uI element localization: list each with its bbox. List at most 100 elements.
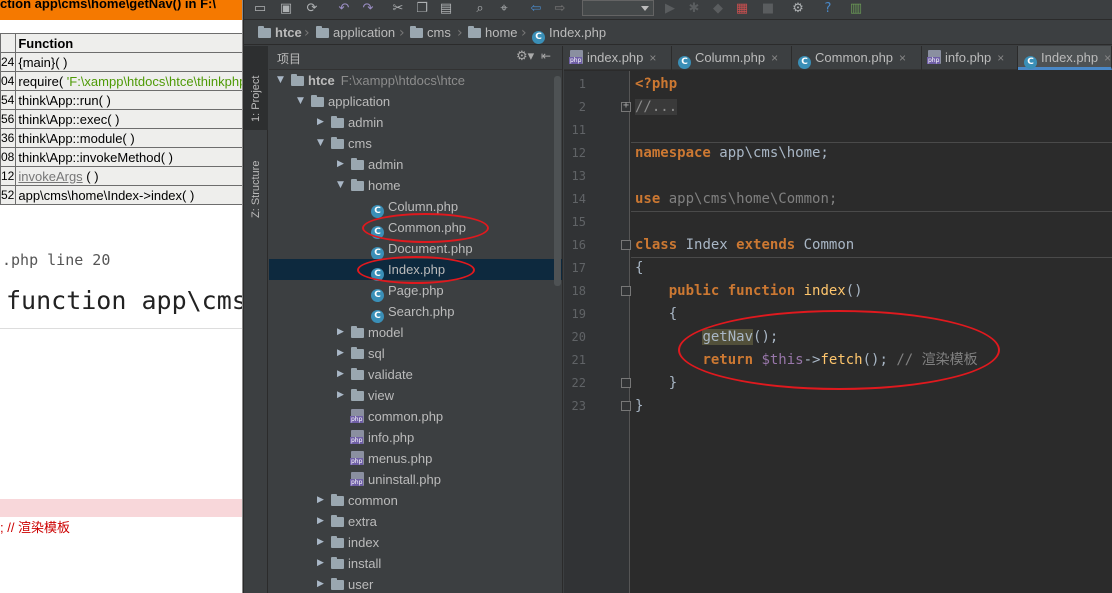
forward-icon[interactable]: ⇨ [552, 1, 568, 17]
chevron-right-icon[interactable]: ▶ [317, 532, 327, 553]
tree-item[interactable]: ▼ home [269, 175, 562, 196]
tree-item[interactable]: ▼ application [269, 91, 562, 112]
folder-icon [331, 536, 344, 548]
class-icon: C [1024, 56, 1037, 69]
breadcrumb-index-php[interactable]: C Index.php [532, 24, 606, 44]
tab-structure[interactable]: Z: Structure [244, 140, 268, 224]
copy-icon[interactable]: ❐ [414, 1, 430, 17]
php-file-icon [350, 430, 364, 444]
cut-icon[interactable]: ✂ [390, 1, 406, 17]
tree-item[interactable]: ▶ sql [269, 343, 562, 364]
tree-item[interactable]: ▶ view [269, 385, 562, 406]
keyword: extends [736, 237, 796, 253]
row-fn-suffix: ( ) [82, 168, 99, 184]
tree-item[interactable]: ▶ user [269, 574, 562, 593]
folder-open-icon[interactable]: ▭ [252, 1, 268, 17]
tree-item[interactable]: ▶ model [269, 322, 562, 343]
table-row: 54 think\App::run( ) [0, 90, 242, 110]
tree-item[interactable]: ▶ admin [269, 154, 562, 175]
gear-icon[interactable]: ⚙▾ [516, 49, 534, 64]
chevron-right-icon[interactable]: ▶ [317, 112, 327, 133]
tree-item[interactable]: ▶ validate [269, 364, 562, 385]
tree-item[interactable]: info.php [269, 427, 562, 448]
plugin-icon[interactable]: ▥ [848, 1, 864, 17]
folder-icon [311, 95, 324, 107]
tree-item[interactable]: ▼ cms [269, 133, 562, 154]
close-icon[interactable]: × [997, 51, 1004, 65]
tab-info-php[interactable]: info.php × [922, 46, 1018, 70]
tree-item[interactable]: menus.php [269, 448, 562, 469]
tree-item[interactable]: C Search.php [269, 301, 562, 323]
breadcrumb-htce[interactable]: htce [258, 24, 302, 42]
chevron-right-icon[interactable]: ▶ [317, 553, 327, 574]
folder-icon [351, 389, 364, 401]
tree-item-content: menus.php [350, 448, 432, 469]
chevron-down-icon[interactable]: ▼ [337, 175, 347, 196]
php-file-icon [350, 409, 364, 423]
redo-icon[interactable]: ↷ [360, 1, 376, 17]
chevron-right-icon: › [399, 25, 405, 41]
paste-icon[interactable]: ▤ [438, 1, 454, 17]
table-row: 04 require( 'F:\xampp\htdocs\htce\thinkph… [0, 71, 242, 91]
chevron-right-icon[interactable]: ▶ [317, 574, 327, 593]
chevron-right-icon[interactable]: ▶ [317, 490, 327, 511]
settings-icon[interactable]: ⚙ [790, 1, 806, 17]
back-icon[interactable]: ⇦ [528, 1, 544, 17]
breadcrumb-home[interactable]: home [468, 24, 518, 42]
chevron-right-icon[interactable]: ▶ [337, 385, 347, 406]
close-icon[interactable]: × [899, 51, 906, 65]
project-scrollbar[interactable] [554, 76, 561, 286]
stop-icon[interactable]: ■ [760, 1, 776, 17]
tree-item[interactable]: uninstall.php [269, 469, 562, 490]
folder-icon [351, 368, 364, 380]
tree-item[interactable]: common.php [269, 406, 562, 427]
chevron-right-icon[interactable]: ▶ [337, 364, 347, 385]
invoke-args-link[interactable]: invokeArgs [18, 169, 82, 184]
chevron-right-icon[interactable]: ▶ [337, 322, 347, 343]
table-row: 24 {main}( ) [0, 52, 242, 72]
tab-common-php[interactable]: C Common.php × [792, 46, 922, 70]
chevron-right-icon[interactable]: ▶ [317, 511, 327, 532]
chevron-right-icon[interactable]: ▶ [337, 343, 347, 364]
breadcrumb-label: application [333, 25, 396, 40]
run-icon[interactable]: ▶ [662, 1, 678, 17]
tree-item-content: index [331, 532, 379, 553]
run-config-combo[interactable] [582, 0, 654, 16]
tab-project-label: 1: Project [250, 75, 262, 122]
undo-icon[interactable]: ↶ [336, 1, 352, 17]
save-icon[interactable]: ▣ [278, 1, 294, 17]
class-icon: C [798, 56, 811, 69]
chevron-down-icon[interactable]: ▼ [297, 91, 307, 112]
tree-root-htce[interactable]: ▼ htce F:\xampp\htdocs\htce [269, 70, 562, 91]
chevron-down-icon[interactable]: ▼ [277, 70, 287, 91]
help-icon[interactable]: ? [820, 1, 836, 17]
close-icon[interactable]: × [1104, 51, 1111, 65]
tree-item[interactable]: ▶ index [269, 532, 562, 553]
error-title: ction app\cms\home\getNav() in F:\ [0, 0, 216, 11]
breadcrumb-cms[interactable]: cms [410, 24, 451, 42]
line-number: 23 [571, 399, 586, 413]
tab-index-php[interactable]: C Index.php × [1018, 46, 1112, 70]
tree-item[interactable]: ▶ common [269, 490, 562, 511]
tree-item[interactable]: ▶ install [269, 553, 562, 574]
debug-icon[interactable]: ✱ [686, 1, 702, 17]
hide-panel-icon[interactable]: ⇤ [541, 49, 551, 63]
coverage-icon[interactable]: ◆ [710, 1, 726, 17]
tree-item[interactable]: ▶ extra [269, 511, 562, 532]
folder-icon [331, 557, 344, 569]
php-file-icon [569, 50, 583, 64]
close-icon[interactable]: × [649, 51, 656, 65]
line-number: 12 [571, 146, 586, 160]
chevron-right-icon[interactable]: ▶ [337, 154, 347, 175]
sync-icon[interactable]: ⟳ [304, 1, 320, 17]
tab-index-php[interactable]: index.php × [564, 46, 672, 70]
find-icon[interactable]: ⌕ [472, 1, 488, 17]
vcs-icon[interactable]: ▦ [734, 1, 750, 17]
tree-item[interactable]: ▶ admin [269, 112, 562, 133]
tab-project[interactable]: 1: Project [244, 46, 268, 130]
replace-icon[interactable]: ⌖ [496, 1, 512, 17]
breadcrumb-application[interactable]: application [316, 24, 395, 42]
chevron-down-icon[interactable]: ▼ [317, 133, 327, 154]
tab-column-php[interactable]: C Column.php × [672, 46, 792, 70]
close-icon[interactable]: × [771, 51, 778, 65]
